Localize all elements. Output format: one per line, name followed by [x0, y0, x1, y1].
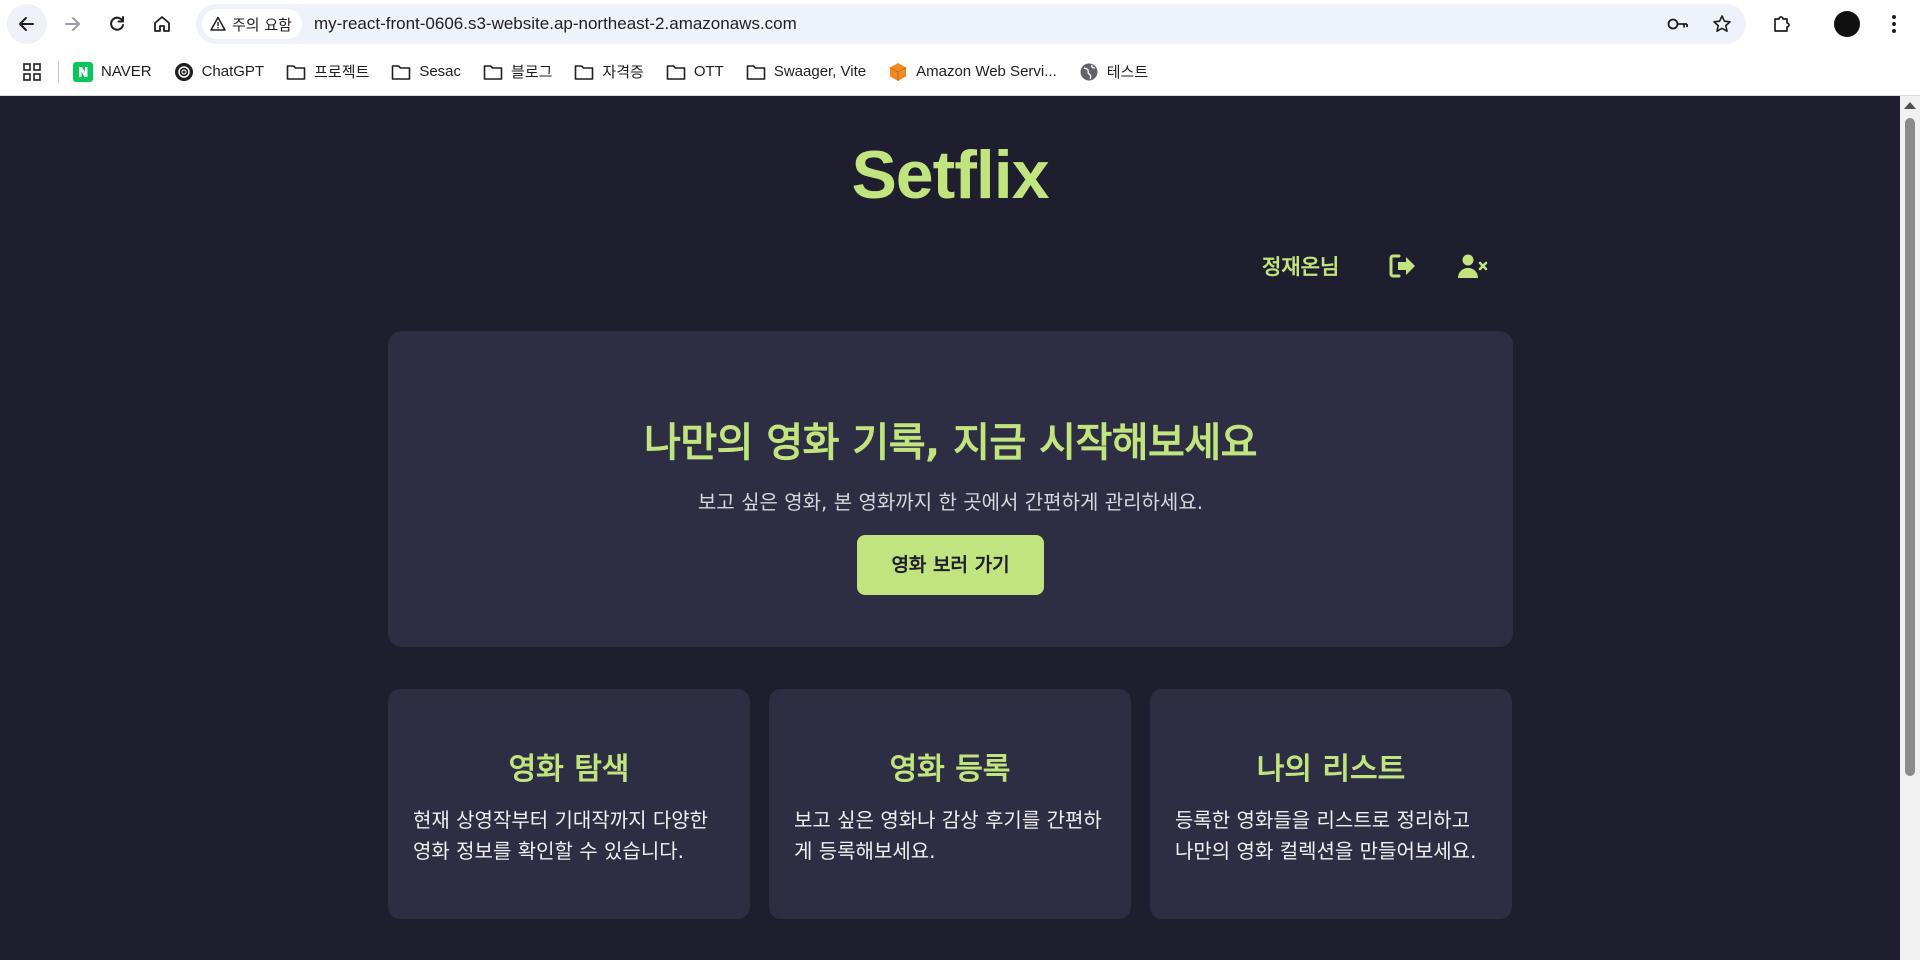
- browser-menu-button[interactable]: [1874, 4, 1914, 44]
- arrow-right-icon: [65, 17, 80, 31]
- address-bar[interactable]: 주의 요함 my-react-front-0606.s3-website.ap-…: [196, 4, 1746, 44]
- feature-card-title: 영화 등록: [889, 752, 1011, 787]
- bookmark-label: 프로젝트: [314, 64, 370, 81]
- profile-avatar[interactable]: [1834, 11, 1860, 37]
- bookmark-label: OTT: [693, 63, 724, 80]
- feature-card-title: 영화 탐색: [508, 752, 630, 787]
- reload-button[interactable]: [97, 4, 137, 44]
- logout-icon: [1389, 254, 1416, 278]
- forward-button[interactable]: [52, 4, 92, 44]
- reload-icon: [110, 16, 124, 31]
- bookmark-naver[interactable]: NAVER: [73, 61, 152, 82]
- bookmark-label: Swaager, Vite: [773, 63, 867, 80]
- folder-icon: [286, 62, 306, 82]
- delete-account-button[interactable]: [1453, 246, 1493, 286]
- home-button[interactable]: [142, 4, 182, 44]
- security-chip-label: 주의 요함: [232, 15, 292, 34]
- browser-toolbar: 주의 요함 my-react-front-0606.s3-website.ap-…: [0, 0, 1920, 48]
- feature-card-text: 보고 싶은 영화나 감상 후기를 간편하게 등록해보세요.: [794, 808, 1102, 863]
- bookmarks-separator: [58, 60, 59, 83]
- bookmark-label: Amazon Web Servi...: [916, 63, 1057, 80]
- feature-card-title: 나의 리스트: [1256, 752, 1406, 787]
- bookmark-label: NAVER: [101, 63, 152, 80]
- feature-card-text: 현재 상영작부터 기대작까지 다양한 영화 정보를 확인할 수 있습니다.: [413, 808, 709, 863]
- bookmark-label: ChatGPT: [201, 63, 265, 80]
- password-key-icon[interactable]: [1666, 14, 1690, 34]
- bookmark-label: Sesac: [419, 63, 462, 80]
- page-scrollbar[interactable]: [1900, 96, 1920, 960]
- apps-grid-icon: [23, 62, 41, 81]
- warning-icon: [210, 16, 226, 31]
- chatgpt-icon: [174, 62, 194, 82]
- puzzle-icon: [1774, 16, 1790, 32]
- user-remove-icon: [1458, 254, 1488, 278]
- bookmark-star-icon[interactable]: [1712, 14, 1732, 34]
- feature-card-my-list: 나의 리스트 등록한 영화들을 리스트로 정리하고 나만의 영화 컬렉션을 만들…: [1150, 689, 1512, 919]
- bookmark-label: 테스트: [1106, 64, 1149, 81]
- back-button[interactable]: [7, 4, 47, 44]
- bookmark-chatgpt[interactable]: ChatGPT: [174, 62, 265, 82]
- more-vertical-icon: [1892, 15, 1896, 33]
- feature-card-register: 영화 등록 보고 싶은 영화나 감상 후기를 간편하게 등록해보세요.: [769, 689, 1131, 919]
- folder-icon: [746, 62, 766, 82]
- naver-icon: [73, 61, 93, 82]
- bookmark-folder-ott[interactable]: OTT: [666, 62, 724, 82]
- bookmarks-bar: NAVER ChatGPT 프로젝트 Sesac 블로그 자격증 OTT Swa…: [0, 48, 1920, 96]
- bookmark-label: 자격증: [602, 64, 644, 81]
- security-chip[interactable]: 주의 요함: [202, 9, 302, 39]
- bookmark-folder-blog[interactable]: 블로그: [483, 61, 552, 82]
- logout-button[interactable]: [1383, 246, 1423, 286]
- bookmark-test[interactable]: 테스트: [1079, 61, 1148, 82]
- hero-section: 나만의 영화 기록, 지금 시작해보세요 보고 싶은 영화, 본 영화까지 한 …: [388, 331, 1513, 647]
- feature-card-text: 등록한 영화들을 리스트로 정리하고 나만의 영화 컬렉션을 만들어보세요.: [1175, 808, 1477, 863]
- scroll-thumb[interactable]: [1905, 118, 1915, 776]
- bookmark-folder-sesac[interactable]: Sesac: [391, 62, 461, 82]
- home-icon: [154, 16, 170, 32]
- bookmark-folder-swagger-vite[interactable]: Swaager, Vite: [746, 62, 866, 82]
- globe-icon: [1079, 62, 1099, 82]
- apps-button[interactable]: [18, 58, 46, 86]
- hero-title: 나만의 영화 기록, 지금 시작해보세요: [644, 420, 1257, 466]
- arrow-left-icon: [19, 17, 34, 31]
- hero-subtitle: 보고 싶은 영화, 본 영화까지 한 곳에서 간편하게 관리하세요.: [697, 490, 1204, 514]
- aws-icon: [888, 62, 908, 82]
- folder-icon: [666, 62, 686, 82]
- folder-icon: [483, 62, 503, 82]
- url-text[interactable]: my-react-front-0606.s3-website.ap-northe…: [314, 14, 797, 34]
- extensions-button[interactable]: [1762, 4, 1802, 44]
- bookmark-aws[interactable]: Amazon Web Servi...: [888, 62, 1057, 82]
- go-to-movies-button[interactable]: 영화 보러 가기: [857, 535, 1044, 595]
- user-bar: 정재온님: [1262, 246, 1493, 286]
- user-name: 정재온님: [1262, 255, 1340, 279]
- bookmark-folder-certificate[interactable]: 자격증: [574, 61, 644, 82]
- page-viewport: Setflix 정재온님 나만의 영화 기록, 지금 시작해보세요 보고 싶은 …: [0, 96, 1900, 960]
- scroll-up-arrow[interactable]: [1904, 102, 1916, 109]
- folder-icon: [574, 62, 594, 82]
- folder-icon: [391, 62, 411, 82]
- site-logo[interactable]: Setflix: [0, 136, 1900, 214]
- bookmark-folder-project[interactable]: 프로젝트: [286, 61, 369, 82]
- bookmark-label: 블로그: [511, 64, 553, 81]
- feature-card-explore: 영화 탐색 현재 상영작부터 기대작까지 다양한 영화 정보를 확인할 수 있습…: [388, 689, 750, 919]
